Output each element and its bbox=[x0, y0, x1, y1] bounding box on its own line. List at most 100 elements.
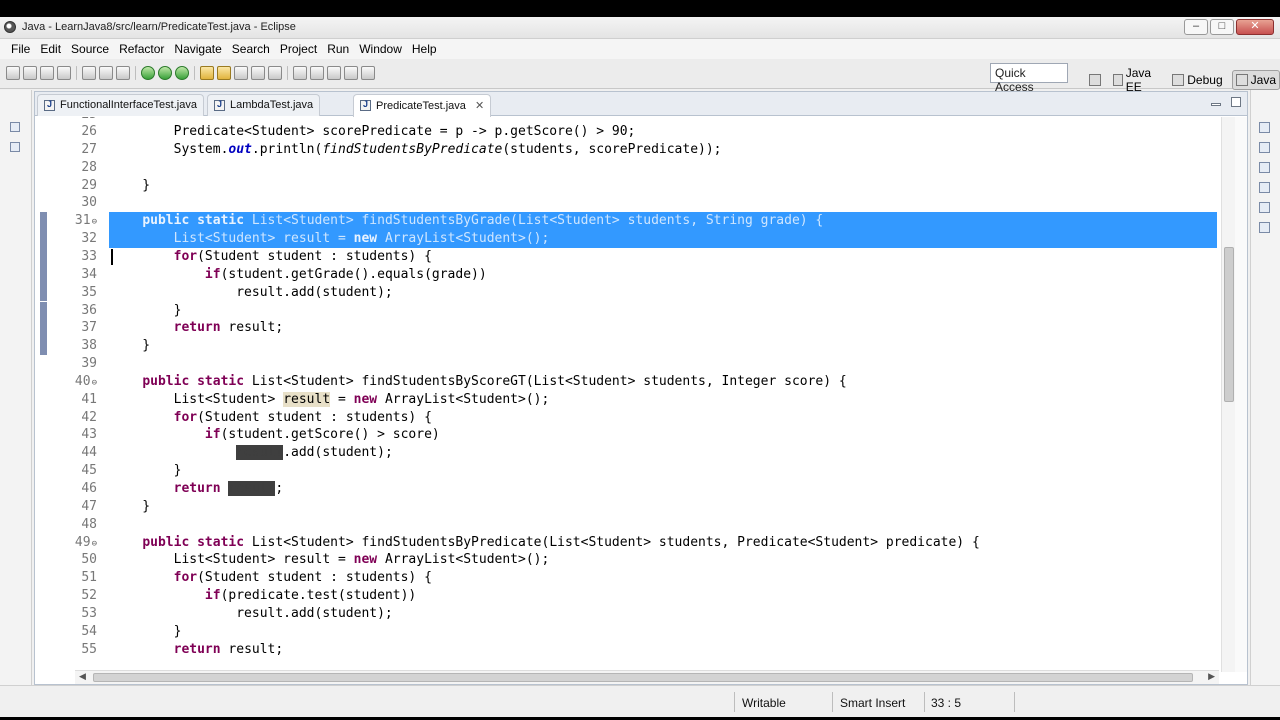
code-line[interactable]: public static List<Student> findStudents… bbox=[111, 212, 823, 230]
fold-toggle-icon[interactable]: ⊖ bbox=[92, 217, 97, 227]
tab-lambda-test[interactable]: LambdaTest.java bbox=[207, 94, 321, 116]
code-line[interactable]: if(student.getGrade().equals(grade)) bbox=[111, 266, 487, 284]
code-line[interactable]: for(Student student : students) { bbox=[111, 409, 432, 427]
close-window-button[interactable]: ✕ bbox=[1236, 19, 1274, 35]
code-line[interactable]: List<Student> result = new ArrayList<Stu… bbox=[111, 391, 549, 409]
overview-ruler[interactable] bbox=[1235, 117, 1247, 672]
quick-diff-marker bbox=[40, 265, 47, 284]
print-icon[interactable] bbox=[57, 66, 71, 80]
new-java-class-icon[interactable] bbox=[116, 66, 130, 80]
perspective-java[interactable]: Java bbox=[1231, 70, 1280, 90]
code-line[interactable]: public static List<Student> findStudents… bbox=[111, 534, 979, 552]
perspective-debug[interactable]: Debug bbox=[1169, 71, 1225, 89]
code-line[interactable]: System.out.println(findStudentsByPredica… bbox=[111, 141, 722, 159]
quick-access-input[interactable]: Quick Access bbox=[990, 63, 1068, 94]
line-number: 52 bbox=[81, 588, 97, 604]
line-number: 42 bbox=[81, 409, 97, 425]
fold-toggle-icon[interactable]: ⊖ bbox=[92, 539, 97, 549]
task-list-icon[interactable] bbox=[1259, 142, 1270, 153]
line-number: 53 bbox=[81, 605, 97, 621]
code-line[interactable]: for(Student student : students) { bbox=[111, 569, 432, 587]
code-line[interactable]: } bbox=[111, 337, 150, 355]
tab-functional-interface-test[interactable]: FunctionalInterfaceTest.java bbox=[37, 94, 204, 116]
code-line[interactable]: Predicate<Student> scorePredicate = p ->… bbox=[111, 123, 636, 141]
open-perspective-button[interactable] bbox=[1086, 72, 1104, 88]
outline-view-icon[interactable] bbox=[1259, 162, 1270, 173]
code-area[interactable]: 25 26 Predicate<Student> scorePredicate … bbox=[35, 117, 1219, 672]
text-caret bbox=[111, 248, 113, 265]
scroll-left-icon[interactable]: ◀ bbox=[79, 671, 86, 682]
code-line[interactable]: List<Student> result = new ArrayList<Stu… bbox=[111, 551, 550, 569]
declaration-view-icon[interactable] bbox=[1259, 222, 1270, 233]
code-line[interactable]: result.add(student); bbox=[111, 284, 393, 302]
code-line[interactable]: } bbox=[111, 177, 150, 195]
code-line[interactable]: for(Student student : students) { bbox=[111, 248, 432, 266]
open-task-icon[interactable] bbox=[217, 66, 231, 80]
external-tools-icon[interactable] bbox=[175, 66, 189, 80]
search-icon[interactable] bbox=[234, 66, 248, 80]
vertical-scrollbar[interactable] bbox=[1221, 117, 1235, 672]
horizontal-scroll-thumb[interactable] bbox=[93, 673, 1193, 682]
menu-run[interactable]: Run bbox=[322, 39, 354, 59]
code-line[interactable]: return result; bbox=[111, 480, 283, 498]
horizontal-scrollbar[interactable]: ◀ ▶ bbox=[75, 670, 1219, 684]
toggle-mark-occurrences-icon[interactable] bbox=[251, 66, 265, 80]
vertical-scroll-thumb[interactable] bbox=[1224, 247, 1234, 402]
minimize-editor-icon[interactable] bbox=[1211, 103, 1221, 106]
previous-annotation-icon[interactable] bbox=[310, 66, 324, 80]
line-number: 37 bbox=[81, 320, 97, 336]
menu-project[interactable]: Project bbox=[275, 39, 322, 59]
code-line[interactable]: return result; bbox=[111, 641, 284, 659]
fold-toggle-icon[interactable]: ⊖ bbox=[92, 378, 97, 388]
code-line[interactable]: result.add(student); bbox=[111, 444, 393, 462]
new-java-package-icon[interactable] bbox=[99, 66, 113, 80]
package-explorer-icon[interactable] bbox=[10, 142, 20, 152]
toolbar-separator bbox=[194, 66, 195, 80]
code-line[interactable]: public static List<Student> findStudents… bbox=[111, 373, 846, 391]
menu-source[interactable]: Source bbox=[66, 39, 114, 59]
restore-outline-icon[interactable] bbox=[1259, 122, 1270, 133]
debug-run-icon[interactable] bbox=[141, 66, 155, 80]
show-whitespace-icon[interactable] bbox=[268, 66, 282, 80]
save-all-icon[interactable] bbox=[40, 66, 54, 80]
line-number: 26 bbox=[81, 124, 97, 139]
code-line[interactable]: } bbox=[111, 462, 182, 480]
code-line[interactable]: if(student.getScore() > score) bbox=[111, 426, 440, 444]
minimize-button[interactable]: – bbox=[1184, 19, 1208, 35]
forward-icon[interactable] bbox=[361, 66, 375, 80]
menu-navigate[interactable]: Navigate bbox=[169, 39, 226, 59]
code-line[interactable]: } bbox=[111, 498, 150, 516]
last-edit-location-icon[interactable] bbox=[327, 66, 341, 80]
run-icon[interactable] bbox=[158, 66, 172, 80]
tab-predicate-test[interactable]: PredicateTest.java ✕ bbox=[353, 94, 492, 117]
open-type-icon[interactable] bbox=[200, 66, 214, 80]
restore-view-icon[interactable] bbox=[10, 122, 20, 132]
code-line[interactable]: } bbox=[111, 623, 182, 641]
javadoc-view-icon[interactable] bbox=[1259, 202, 1270, 213]
code-line[interactable]: result.add(student); bbox=[111, 605, 393, 623]
code-line[interactable]: } bbox=[111, 302, 182, 320]
save-icon[interactable] bbox=[23, 66, 37, 80]
menu-refactor[interactable]: Refactor bbox=[114, 39, 169, 59]
code-line[interactable]: if(predicate.test(student)) bbox=[111, 587, 416, 605]
open-perspective-icon bbox=[1089, 74, 1101, 86]
window-title: Java - LearnJava8/src/learn/PredicateTes… bbox=[22, 21, 296, 33]
menu-file[interactable]: File bbox=[6, 39, 35, 59]
menu-edit[interactable]: Edit bbox=[35, 39, 66, 59]
maximize-editor-icon[interactable] bbox=[1231, 97, 1241, 107]
quick-diff-marker bbox=[40, 283, 47, 302]
title-bar: Java - LearnJava8/src/learn/PredicateTes… bbox=[0, 17, 1280, 39]
maximize-button[interactable]: □ bbox=[1210, 19, 1234, 35]
menu-help[interactable]: Help bbox=[407, 39, 442, 59]
skip-breakpoints-icon[interactable] bbox=[82, 66, 96, 80]
menu-window[interactable]: Window bbox=[354, 39, 407, 59]
back-icon[interactable] bbox=[344, 66, 358, 80]
next-annotation-icon[interactable] bbox=[293, 66, 307, 80]
code-line[interactable]: return result; bbox=[111, 319, 284, 337]
scroll-right-icon[interactable]: ▶ bbox=[1208, 671, 1215, 682]
code-line[interactable]: List<Student> result = new ArrayList<Stu… bbox=[111, 230, 550, 248]
new-icon[interactable] bbox=[6, 66, 20, 80]
menu-search[interactable]: Search bbox=[227, 39, 275, 59]
close-tab-icon[interactable]: ✕ bbox=[475, 100, 484, 112]
problems-view-icon[interactable] bbox=[1259, 182, 1270, 193]
